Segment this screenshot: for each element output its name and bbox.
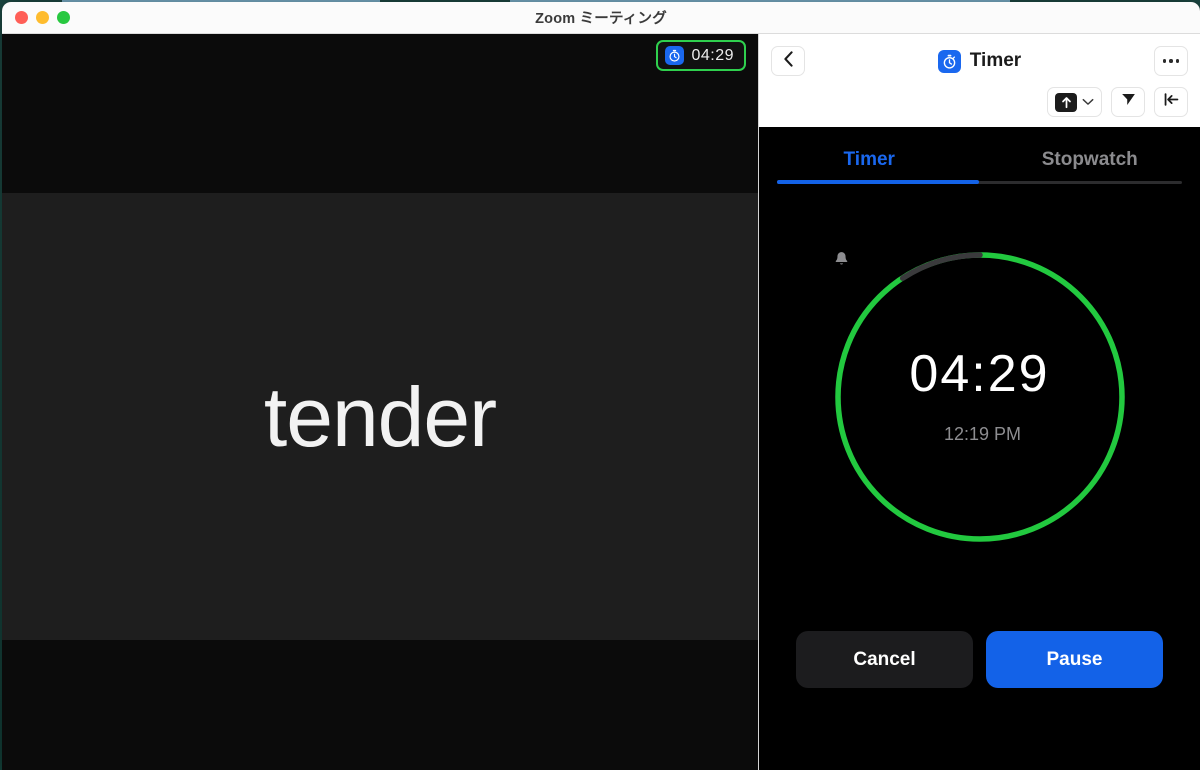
tab-stopwatch[interactable]: Stopwatch [980, 149, 1200, 184]
participant-name-label: tender [263, 369, 497, 464]
participant-video-tile[interactable]: tender [2, 193, 758, 640]
timer-readout: 04:29 12:19 PM [834, 251, 1126, 543]
cancel-button[interactable]: Cancel [796, 631, 973, 688]
ellipsis-icon [1162, 59, 1180, 63]
meeting-timer-value: 04:29 [691, 46, 734, 64]
collapse-panel-button[interactable] [1154, 87, 1188, 117]
paper-plane-icon [1120, 91, 1137, 113]
collapse-left-icon [1163, 92, 1180, 112]
stopwatch-icon [665, 46, 685, 65]
timer-alarm-time: 12:19 PM [943, 424, 1022, 444]
pause-button[interactable]: Pause [986, 631, 1163, 688]
panel-title-group: Timer [937, 49, 1022, 73]
meeting-timer-badge[interactable]: 04:29 [656, 40, 746, 71]
back-button[interactable] [771, 46, 805, 76]
timer-display-area: 04:29 12:19 PM [759, 184, 1200, 631]
meeting-video-stage: tender 04:29 [2, 34, 758, 770]
window-title: Zoom ミーティング [535, 11, 667, 27]
timer-actions: Cancel Pause [759, 631, 1200, 688]
more-options-button[interactable] [1154, 46, 1188, 76]
timer-side-panel: Timer Timer Stopwatch 04:29 12:19 PM Can… [758, 34, 1200, 770]
window-title-bar: Zoom ミーティング [2, 2, 1200, 34]
timer-progress-ring[interactable]: 04:29 12:19 PM [834, 251, 1126, 543]
stopwatch-icon [937, 49, 961, 73]
panel-title: Timer [969, 50, 1022, 71]
tab-timer[interactable]: Timer [759, 149, 980, 184]
zoom-meeting-window: Zoom ミーティング tender 04:29 Timer Timer Sto… [2, 2, 1200, 770]
chevron-down-icon [1082, 93, 1094, 111]
timer-remaining-value: 04:29 [909, 345, 1050, 403]
timer-alarm-row: 12:19 PM [835, 251, 1022, 445]
panel-header: Timer [759, 34, 1200, 127]
share-up-arrow-icon [1055, 92, 1077, 112]
share-timer-button[interactable] [1047, 87, 1102, 117]
timer-stopwatch-tabs: Timer Stopwatch [759, 127, 1200, 184]
chevron-left-icon [783, 50, 794, 72]
send-button[interactable] [1111, 87, 1145, 117]
